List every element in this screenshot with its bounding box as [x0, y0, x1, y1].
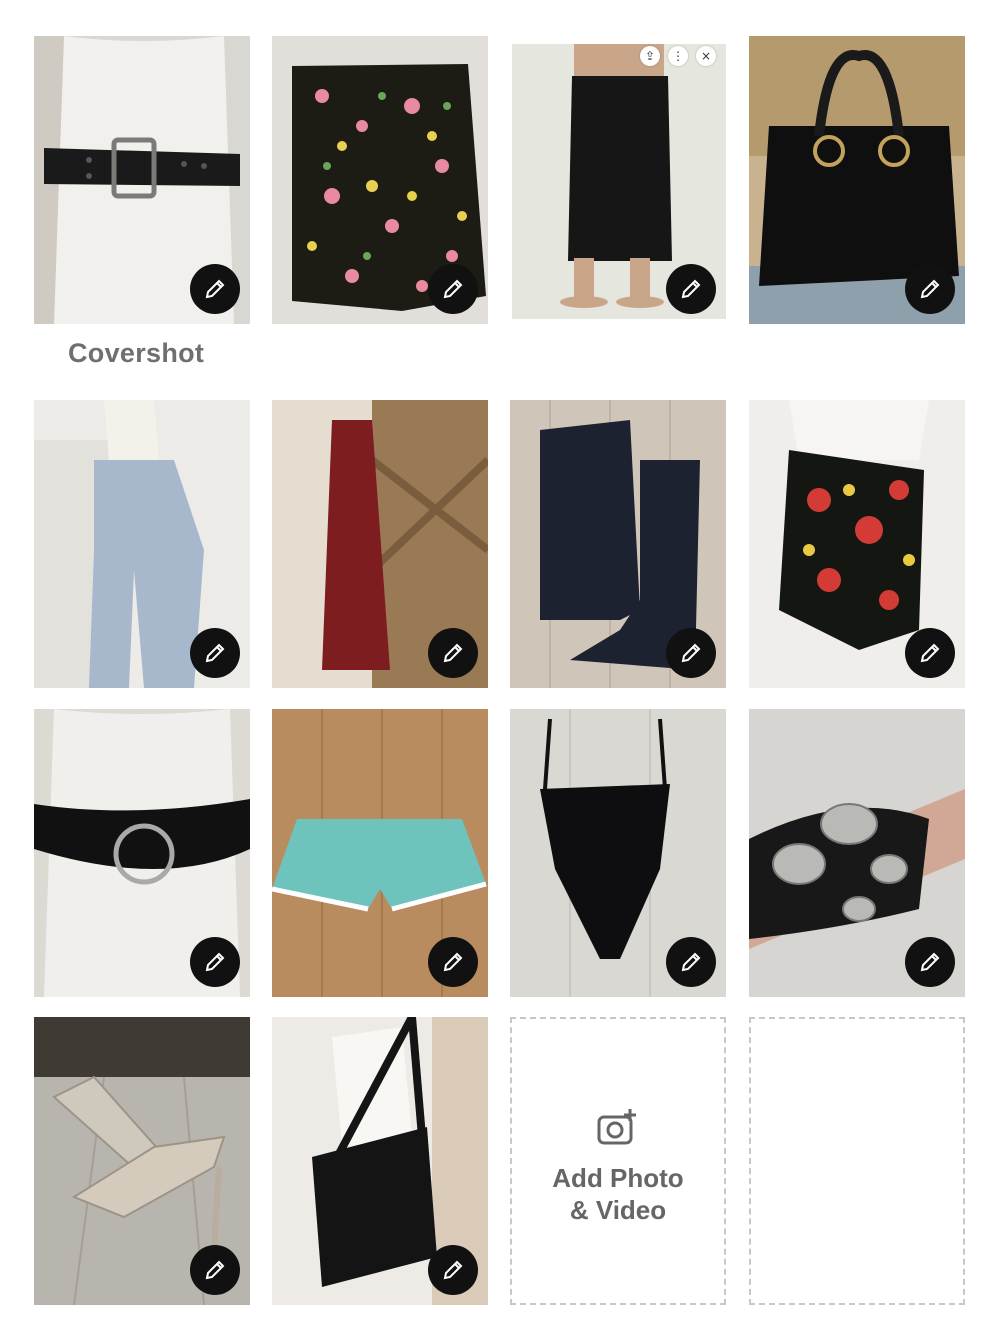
pencil-icon — [443, 279, 463, 299]
edit-photo-button[interactable] — [190, 1245, 240, 1295]
pencil-icon — [681, 643, 701, 663]
edit-photo-button[interactable] — [190, 937, 240, 987]
close-icon: × — [696, 46, 716, 66]
photo-tile-9[interactable] — [34, 709, 250, 997]
share-icon: ⇪ — [640, 46, 660, 66]
camera-plus-icon — [597, 1109, 636, 1145]
photo-tile-12[interactable] — [749, 709, 965, 997]
pencil-icon — [443, 1260, 463, 1280]
add-photo-label-line1: Add Photo — [552, 1163, 684, 1193]
photo-tile-7[interactable] — [510, 400, 726, 688]
edit-photo-button[interactable] — [428, 1245, 478, 1295]
edit-photo-button[interactable] — [428, 264, 478, 314]
empty-photo-slot[interactable] — [749, 1017, 965, 1305]
edit-photo-button[interactable] — [428, 628, 478, 678]
photo-tile-10[interactable] — [272, 709, 488, 997]
covershot-label: Covershot — [68, 338, 205, 368]
edit-photo-button[interactable] — [905, 264, 955, 314]
pencil-icon — [681, 952, 701, 972]
pencil-icon — [920, 952, 940, 972]
photo-tile-11[interactable] — [510, 709, 726, 997]
pencil-icon — [205, 1260, 225, 1280]
pencil-icon — [205, 279, 225, 299]
pencil-icon — [205, 643, 225, 663]
photo-tile-13[interactable] — [34, 1017, 250, 1305]
photo-tile-5[interactable] — [34, 400, 250, 688]
pencil-icon — [205, 952, 225, 972]
more-icon: ⋮ — [668, 46, 688, 66]
photo-tile-14[interactable] — [272, 1017, 488, 1305]
edit-photo-button[interactable] — [666, 264, 716, 314]
edit-photo-button[interactable] — [905, 937, 955, 987]
pencil-icon — [443, 643, 463, 663]
edit-photo-button[interactable] — [428, 937, 478, 987]
photo-tile-8[interactable] — [749, 400, 965, 688]
pencil-icon — [920, 279, 940, 299]
pencil-icon — [681, 279, 701, 299]
edit-photo-button[interactable] — [666, 937, 716, 987]
edit-photo-button[interactable] — [666, 628, 716, 678]
add-photo-label-line2: & Video — [569, 1195, 667, 1225]
edit-photo-button[interactable] — [905, 628, 955, 678]
edit-photo-button[interactable] — [190, 628, 240, 678]
edit-photo-button[interactable] — [190, 264, 240, 314]
add-photo-video-button[interactable]: Add Photo & Video — [510, 1017, 726, 1305]
pencil-icon — [920, 643, 940, 663]
photo-tile-4[interactable] — [749, 36, 965, 324]
pencil-icon — [443, 952, 463, 972]
photo-tile-3[interactable]: ⇪ ⋮ × — [510, 36, 726, 324]
photo-tile-2[interactable] — [272, 36, 488, 324]
photo-tile-6[interactable] — [272, 400, 488, 688]
photo-tile-1[interactable] — [34, 36, 250, 324]
